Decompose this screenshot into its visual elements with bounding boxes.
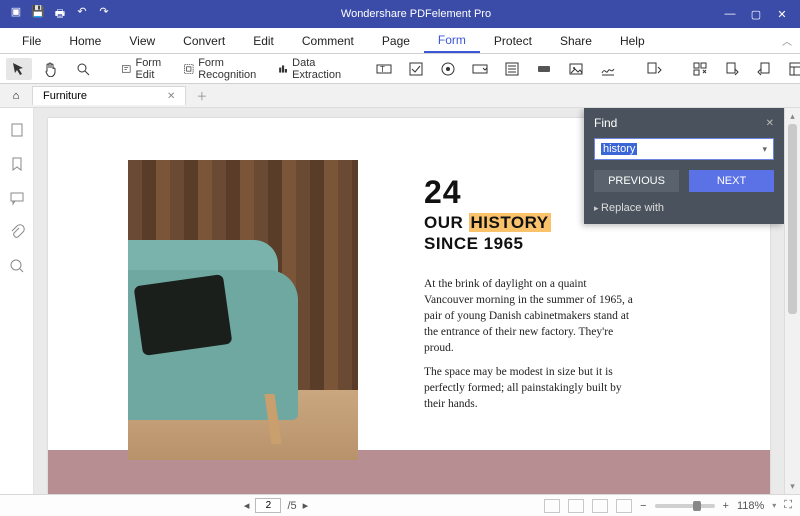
zoom-value: 118% (737, 500, 764, 512)
scroll-track[interactable] (785, 124, 800, 478)
menu-protect[interactable]: Protect (480, 30, 546, 52)
find-next-button[interactable]: NEXT (689, 170, 774, 192)
menu-form[interactable]: Form (424, 29, 480, 53)
heading-pre: OUR (424, 213, 469, 232)
button-tool[interactable] (531, 58, 557, 80)
document-tab-bar: ⌂ Furniture ✕ ＋ (0, 84, 800, 108)
find-dropdown-icon[interactable]: ▾ (762, 144, 767, 155)
paragraph-2: The space may be modest in size but it i… (424, 364, 634, 412)
scroll-down-icon[interactable]: ▾ (790, 478, 795, 494)
heading-line2: SINCE 1965 (424, 234, 524, 253)
svg-text:T: T (380, 65, 385, 74)
view-single-icon[interactable] (544, 499, 560, 513)
thumbnails-icon[interactable] (9, 122, 25, 138)
prev-page-icon[interactable]: ◂ (244, 499, 250, 512)
form-properties-tool[interactable] (641, 58, 667, 80)
undo-icon[interactable]: ↶ (76, 5, 88, 24)
menu-page[interactable]: Page (368, 30, 424, 52)
image-field-tool[interactable] (563, 58, 589, 80)
menu-convert[interactable]: Convert (169, 30, 239, 52)
data-extraction-button[interactable]: Data Extraction (272, 54, 351, 84)
close-tab-icon[interactable]: ✕ (167, 91, 175, 102)
close-window-icon[interactable]: ✕ (776, 8, 788, 21)
menu-file[interactable]: File (8, 30, 55, 52)
data-extraction-label: Data Extraction (292, 57, 346, 81)
status-bar: ◂ /5 ▸ − + 118% ▾ ⛶ (0, 494, 800, 516)
import-data-icon[interactable] (719, 58, 745, 80)
find-input-value: history (601, 143, 637, 155)
radio-tool[interactable] (435, 58, 461, 80)
collapse-ribbon-icon[interactable]: ︿ (782, 33, 792, 48)
app-icon: ▣ (10, 5, 22, 24)
search-panel-icon[interactable] (9, 258, 25, 274)
menu-share[interactable]: Share (546, 30, 606, 52)
export-data-icon[interactable] (751, 58, 777, 80)
view-continuous-facing-icon[interactable] (616, 499, 632, 513)
comments-icon[interactable] (9, 190, 25, 206)
dropdown-tool[interactable] (467, 58, 493, 80)
left-sidebar (0, 108, 34, 494)
zoom-in-icon[interactable]: + (723, 500, 729, 512)
scroll-up-icon[interactable]: ▴ (790, 108, 795, 124)
scroll-thumb[interactable] (788, 124, 797, 314)
save-icon[interactable]: 💾 (32, 5, 44, 24)
page-total: /5 (287, 500, 296, 512)
page-number-input[interactable] (255, 498, 281, 513)
minimize-icon[interactable]: ― (724, 8, 736, 21)
add-tab-icon[interactable]: ＋ (196, 88, 207, 104)
view-facing-icon[interactable] (592, 499, 608, 513)
replace-with-toggle[interactable]: Replace with (584, 202, 784, 224)
zoom-dropdown-icon[interactable]: ▾ (772, 501, 776, 510)
hand-tool[interactable] (38, 58, 64, 80)
zoom-slider[interactable] (655, 504, 715, 508)
page-image (128, 160, 358, 460)
menu-home[interactable]: Home (55, 30, 115, 52)
zoom-slider-knob[interactable] (693, 501, 701, 511)
menu-edit[interactable]: Edit (239, 30, 288, 52)
close-find-icon[interactable]: ✕ (766, 118, 774, 129)
redo-icon[interactable]: ↷ (98, 5, 110, 24)
form-toolbar: Form Edit Form Recognition Data Extracti… (0, 54, 800, 84)
page-number-large: 24 (424, 174, 462, 211)
more-fields-icon[interactable] (687, 58, 713, 80)
view-continuous-icon[interactable] (568, 499, 584, 513)
menu-view[interactable]: View (115, 30, 169, 52)
vertical-scrollbar[interactable]: ▴ ▾ (784, 108, 800, 494)
zoom-tool[interactable] (70, 58, 96, 80)
print-icon[interactable]: 🖶 (54, 5, 66, 24)
form-edit-button[interactable]: Form Edit (116, 54, 172, 84)
form-template-icon[interactable] (783, 58, 800, 80)
menu-comment[interactable]: Comment (288, 30, 368, 52)
maximize-icon[interactable]: ▢ (750, 8, 762, 21)
find-title: Find (594, 116, 617, 130)
title-bar: ▣ 💾 🖶 ↶ ↷ Wondershare PDFelement Pro ― ▢… (0, 0, 800, 28)
select-tool[interactable] (6, 58, 32, 80)
document-tab-label: Furniture (43, 90, 87, 102)
paragraph-1: At the brink of daylight on a quaint Van… (424, 276, 634, 356)
signature-field-tool[interactable] (595, 58, 621, 80)
home-tab-icon[interactable]: ⌂ (6, 90, 26, 102)
bookmarks-icon[interactable] (9, 156, 25, 172)
find-input[interactable]: history ▾ (594, 138, 774, 160)
page-heading: OUR HISTORY SINCE 1965 (424, 212, 551, 255)
find-previous-button[interactable]: PREVIOUS (594, 170, 679, 192)
form-recognition-button[interactable]: Form Recognition (178, 54, 266, 84)
document-tab[interactable]: Furniture ✕ (32, 86, 186, 105)
checkbox-tool[interactable] (403, 58, 429, 80)
form-recognition-label: Form Recognition (198, 57, 261, 81)
zoom-out-icon[interactable]: − (640, 500, 646, 512)
text-field-tool[interactable]: T (371, 58, 397, 80)
heading-highlight: HISTORY (469, 213, 551, 232)
find-panel: Find ✕ history ▾ PREVIOUS NEXT Replace w… (584, 108, 784, 224)
listbox-tool[interactable] (499, 58, 525, 80)
window-title: Wondershare PDFelement Pro (120, 8, 712, 20)
form-edit-label: Form Edit (135, 57, 166, 81)
next-page-icon[interactable]: ▸ (303, 499, 309, 512)
menu-bar: File Home View Convert Edit Comment Page… (0, 28, 800, 54)
fullscreen-icon[interactable]: ⛶ (784, 499, 792, 512)
menu-help[interactable]: Help (606, 30, 659, 52)
workspace: 24 OUR HISTORY SINCE 1965 At the brink o… (0, 108, 800, 494)
document-canvas[interactable]: 24 OUR HISTORY SINCE 1965 At the brink o… (34, 108, 784, 494)
attachments-icon[interactable] (9, 224, 25, 240)
